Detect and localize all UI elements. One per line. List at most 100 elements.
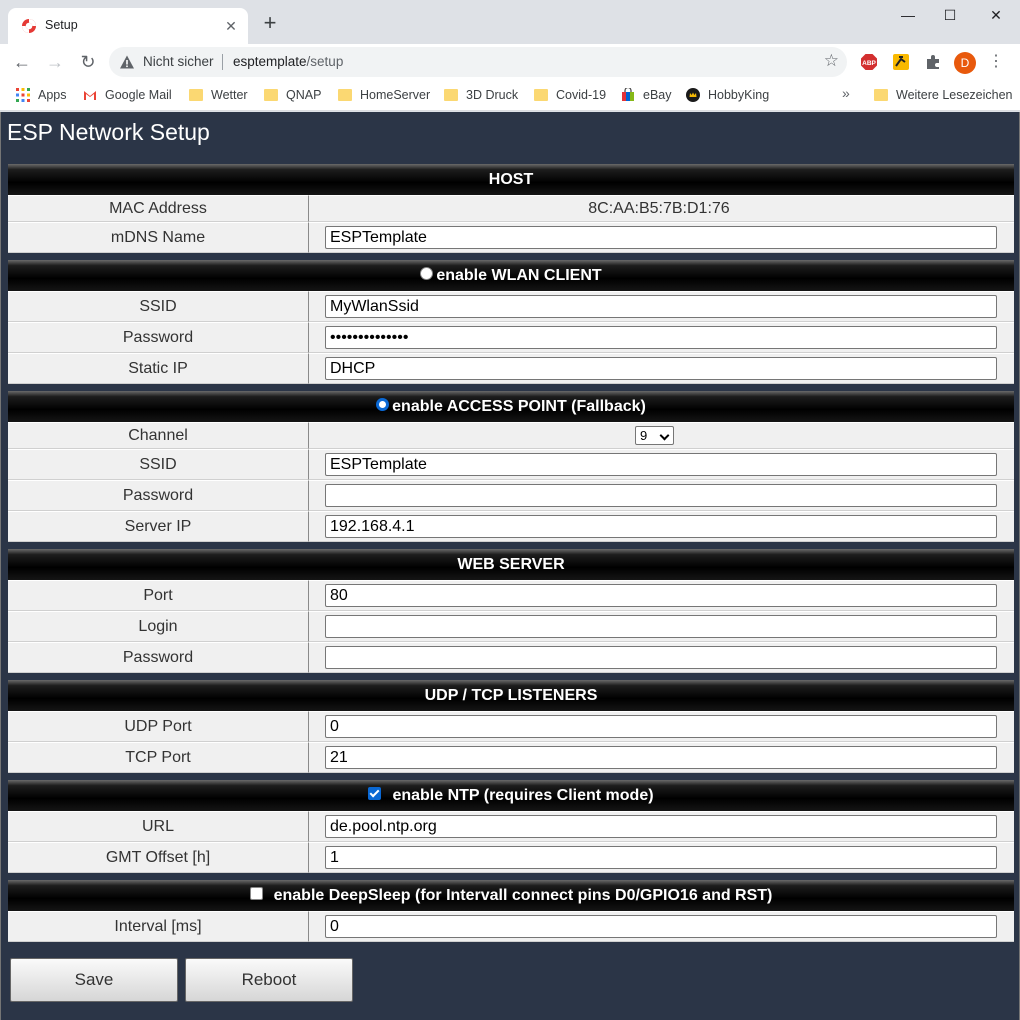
page-content: ESP Network Setup HOST MAC Address 8C:AA…: [0, 112, 1020, 1020]
bookmark-hobbyking[interactable]: HobbyKing: [686, 85, 769, 105]
bookmarks-overflow-button[interactable]: »: [842, 85, 850, 101]
server-ip-label: Server IP: [8, 511, 309, 542]
bookmark-label: Weitere Lesezeichen: [896, 88, 1013, 102]
ntp-url-input[interactable]: de.pool.ntp.org: [325, 815, 997, 838]
web-login-label: Login: [8, 611, 309, 642]
lifebuoy-icon: [22, 19, 36, 33]
folder-icon: [444, 88, 458, 101]
omnibox-divider: [222, 54, 223, 70]
bookmark-ebay[interactable]: eBay: [621, 85, 672, 105]
bookmark-wetter[interactable]: Wetter: [189, 85, 248, 105]
url-text: esptemplate/setup: [233, 54, 343, 69]
wlan-ssid-label: SSID: [8, 291, 309, 322]
access-point-radio[interactable]: [376, 397, 390, 411]
interval-label: Interval [ms]: [8, 911, 309, 942]
address-bar[interactable]: Nicht sicher esptemplate/setup ☆: [109, 47, 847, 77]
apps-grid-icon: [16, 87, 30, 102]
web-password-input[interactable]: [325, 646, 997, 669]
wlan-password-input[interactable]: ••••••••••••••: [325, 326, 997, 349]
adblock-plus-icon[interactable]: ABP: [860, 53, 878, 71]
deepsleep-label: enable DeepSleep (for Intervall connect …: [273, 886, 773, 904]
ntp-checkbox[interactable]: [368, 786, 382, 800]
bookmark-homeserver[interactable]: HomeServer: [338, 85, 430, 105]
ntp-label: enable NTP (requires Client mode): [392, 786, 654, 804]
server-ip-input[interactable]: 192.168.4.1: [325, 515, 997, 538]
section-header-wlan: enable WLAN CLIENT: [8, 260, 1014, 291]
mdns-name-input[interactable]: ESPTemplate: [325, 226, 997, 249]
hobbyking-icon: [686, 87, 700, 102]
save-button[interactable]: Save: [10, 958, 178, 1002]
udp-port-label: UDP Port: [8, 711, 309, 742]
maximize-button[interactable]: ☐: [928, 4, 972, 28]
bookmark-label: Covid-19: [556, 88, 607, 102]
ntp-url-label: URL: [8, 811, 309, 842]
svg-text:ABP: ABP: [862, 60, 876, 67]
bookmark-other[interactable]: Weitere Lesezeichen: [874, 85, 1013, 105]
folder-icon: [189, 88, 203, 101]
static-ip-input[interactable]: DHCP: [325, 357, 997, 380]
bookmark-apps[interactable]: Apps: [16, 85, 67, 105]
wlan-client-radio[interactable]: [420, 266, 434, 280]
bookmark-star-icon[interactable]: ☆: [824, 51, 839, 71]
channel-select[interactable]: 9: [635, 426, 674, 445]
wlan-client-label: enable WLAN CLIENT: [436, 266, 602, 284]
bookmark-label: QNAP: [286, 88, 322, 102]
deepsleep-checkbox[interactable]: [249, 886, 263, 900]
bookmark-label: HobbyKing: [708, 88, 770, 102]
forward-arrow-icon[interactable]: →: [41, 48, 69, 76]
bookmark-label: Wetter: [211, 88, 248, 102]
bookmark-google-mail[interactable]: Google Mail: [83, 85, 172, 105]
udp-port-input[interactable]: 0: [325, 715, 997, 738]
url-path: /setup: [306, 54, 344, 69]
gmt-offset-input[interactable]: 1: [325, 846, 997, 869]
ap-ssid-label: SSID: [8, 449, 309, 480]
reboot-button[interactable]: Reboot: [185, 958, 353, 1002]
setup-table: HOST MAC Address 8C:AA:B5:7B:D1:76 mDNS …: [8, 164, 1014, 942]
tab-strip: Setup ✕ + — ☐ ✕: [0, 0, 1020, 44]
extensions-puzzle-icon[interactable]: [924, 53, 942, 71]
mac-address-label: MAC Address: [8, 195, 309, 222]
web-login-input[interactable]: [325, 615, 997, 638]
gmail-icon: [84, 90, 96, 100]
ap-ssid-input[interactable]: ESPTemplate: [325, 453, 997, 476]
extension-runner-icon[interactable]: [892, 53, 910, 71]
ebay-icon: [622, 87, 634, 101]
bookmark-covid-19[interactable]: Covid-19: [534, 85, 606, 105]
warning-icon: [120, 55, 134, 69]
section-header-host: HOST: [8, 164, 1014, 195]
back-arrow-icon[interactable]: ←: [8, 48, 36, 76]
section-header-access-point: enable ACCESS POINT (Fallback): [8, 391, 1014, 422]
web-port-input[interactable]: 80: [325, 584, 997, 607]
bookmarks-bar: Apps Google Mail Wetter QNAP HomeServer …: [0, 80, 1020, 111]
kebab-menu-icon[interactable]: ⋮: [988, 51, 1004, 73]
tcp-port-label: TCP Port: [8, 742, 309, 773]
bookmark-label: Apps: [38, 88, 67, 102]
mac-address-value: 8C:AA:B5:7B:D1:76: [588, 199, 730, 217]
reload-icon[interactable]: ↻: [74, 48, 102, 76]
new-tab-button[interactable]: +: [258, 12, 282, 36]
section-header-listeners: UDP / TCP LISTENERS: [8, 680, 1014, 711]
profile-avatar[interactable]: D: [954, 52, 976, 74]
tab-close-icon[interactable]: ✕: [222, 17, 240, 35]
security-label: Nicht sicher: [143, 54, 214, 69]
tcp-port-input[interactable]: 21: [325, 746, 997, 769]
folder-icon: [338, 88, 352, 101]
wlan-ssid-input[interactable]: MyWlanSsid: [325, 295, 997, 318]
mdns-name-label: mDNS Name: [8, 222, 309, 253]
static-ip-label: Static IP: [8, 353, 309, 384]
window-close-button[interactable]: ✕: [974, 4, 1018, 28]
bookmark-3d-druck[interactable]: 3D Druck: [444, 85, 518, 105]
bookmark-qnap[interactable]: QNAP: [264, 85, 321, 105]
bookmark-label: eBay: [643, 88, 672, 102]
ap-password-input[interactable]: [325, 484, 997, 507]
minimize-button[interactable]: —: [886, 4, 930, 28]
wlan-password-label: Password: [8, 322, 309, 353]
interval-input[interactable]: 0: [325, 915, 997, 938]
bookmark-label: Google Mail: [105, 88, 172, 102]
tab-setup[interactable]: Setup ✕: [8, 8, 248, 44]
tab-title: Setup: [45, 18, 78, 32]
section-header-web-server: WEB SERVER: [8, 549, 1014, 580]
section-header-deepsleep: enable DeepSleep (for Intervall connect …: [8, 880, 1014, 911]
section-header-ntp: enable NTP (requires Client mode): [8, 780, 1014, 811]
web-port-label: Port: [8, 580, 309, 611]
